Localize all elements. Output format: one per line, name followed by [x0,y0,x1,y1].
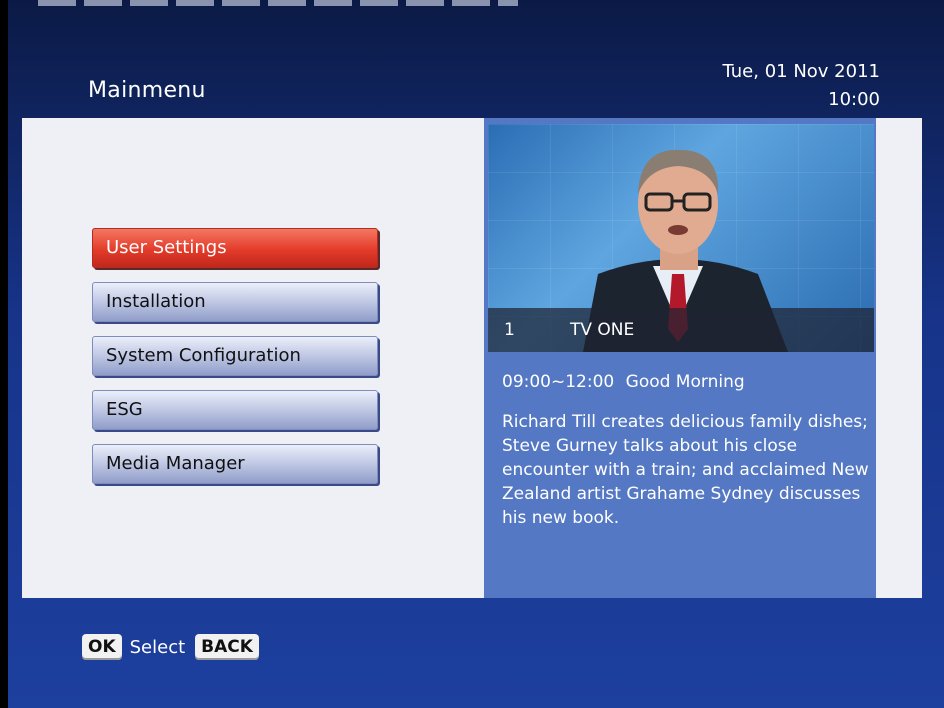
menu-item-user-settings[interactable]: User Settings [92,228,378,268]
menu-item-esg[interactable]: ESG [92,390,378,430]
back-key-icon: BACK [195,634,259,660]
main-menu: User Settings Installation System Config… [92,228,382,498]
select-label: Select [129,636,186,658]
live-preview: 1 TV ONE [488,124,874,352]
ok-key-icon: OK [82,634,122,660]
page-title: Mainmenu [88,78,206,103]
date-text: Tue, 01 Nov 2011 [722,61,880,82]
program-title: Good Morning [625,372,745,392]
top-decoration [38,0,518,6]
channel-name: TV ONE [570,320,635,340]
program-info-panel: 1 TV ONE 09:00~12:00 Good Morning Richar… [484,118,876,598]
clock: Tue, 01 Nov 2011 10:00 [723,58,880,114]
channel-bar: 1 TV ONE [488,308,874,352]
menu-item-system-configuration[interactable]: System Configuration [92,336,378,376]
program-time-title: 09:00~12:00 Good Morning [502,372,745,392]
program-time: 09:00~12:00 [502,372,615,392]
footer-hints: OK Select BACK [82,634,259,660]
program-description: Richard Till creates delicious family di… [502,412,869,528]
menu-item-media-manager[interactable]: Media Manager [92,444,378,484]
time-text: 10:00 [828,89,880,110]
menu-item-installation[interactable]: Installation [92,282,378,322]
channel-number: 1 [504,320,515,340]
